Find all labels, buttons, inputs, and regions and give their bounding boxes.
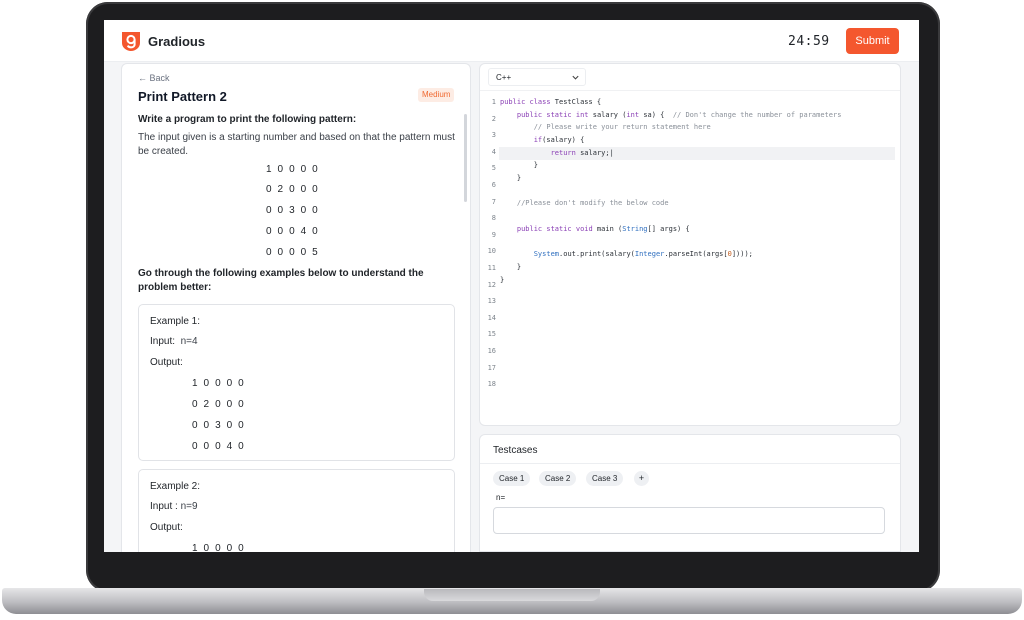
example-card: Example 1: Input: n=4 Output: 1 0 0 0 0 …	[138, 304, 455, 461]
testcase-input-field[interactable]	[493, 507, 885, 534]
output-line: 0 2 0 0 0	[192, 399, 246, 410]
testcases-divider	[480, 463, 900, 464]
output-line: 1 0 0 0 0	[192, 543, 246, 552]
brand-name: Gradious	[148, 34, 206, 49]
example-title: Example 1:	[150, 316, 201, 327]
pattern-line: 0 0 0 4 0	[266, 226, 320, 237]
scrollbar-thumb[interactable]	[464, 114, 467, 202]
arrow-left-icon: ←	[138, 73, 147, 83]
input-label: Input:	[150, 336, 176, 347]
pattern-line: 0 0 3 0 0	[266, 205, 320, 216]
line-number: 3	[491, 131, 496, 140]
tab-case-3[interactable]: Case 3	[586, 471, 624, 486]
code-line[interactable]: public static void main (String[] args) …	[500, 225, 690, 233]
line-number: 6	[491, 181, 496, 189]
code-line[interactable]: return salary;|	[500, 149, 614, 157]
countdown-timer: 24:59	[788, 34, 830, 49]
example-input: Input : n=9	[150, 501, 198, 512]
output-line: 0 0 3 0 0	[192, 420, 246, 431]
input-label: Input :	[150, 501, 178, 512]
code-line[interactable]: // Please write your return statement he…	[500, 123, 711, 131]
line-number: 13	[487, 297, 496, 306]
testcases-panel: Testcases Case 1 Case 2 Case 3 + n=	[479, 434, 901, 552]
line-number: 8	[491, 214, 496, 223]
chevron-down-icon	[572, 75, 579, 80]
tab-case-1[interactable]: Case 1	[493, 471, 531, 486]
output-label: Output:	[150, 522, 183, 533]
code-line[interactable]: if(salary) {	[500, 136, 585, 144]
line-number: 16	[487, 347, 496, 355]
line-number: 1	[491, 98, 496, 106]
code-line[interactable]: //Please don't modify the below code	[500, 199, 669, 207]
problem-prompt: Write a program to print the following p…	[138, 114, 357, 125]
submit-button[interactable]: Submit	[846, 28, 899, 54]
testcases-header: Testcases	[493, 445, 538, 456]
line-number: 15	[487, 330, 496, 339]
output-line: 1 0 0 0 0	[192, 378, 246, 389]
add-testcase-button[interactable]: +	[634, 471, 649, 486]
line-number: 7	[491, 197, 496, 206]
screen: Gradious 24:59 Submit ← Back Print Patte…	[104, 20, 919, 552]
line-number: 14	[487, 313, 496, 322]
difficulty-badge: Medium	[418, 88, 455, 102]
line-number: 4	[491, 147, 496, 156]
line-number: 11	[487, 264, 496, 272]
back-label: Back	[149, 73, 170, 83]
back-link[interactable]: ← Back	[138, 73, 170, 83]
laptop-notch	[424, 589, 600, 601]
code-line[interactable]: }	[500, 276, 504, 284]
code-line[interactable]: }	[500, 263, 521, 271]
example-input: Input: n=4	[150, 336, 198, 347]
line-number: 10	[487, 247, 496, 256]
code-line[interactable]: }	[500, 161, 538, 169]
code-editor-panel: C++ 1 2 3 4 5 6 7 8 9 10 11 12 13 14 15 16 17 18 public c…	[479, 63, 901, 426]
problem-description: The input given is a starting number and…	[138, 132, 455, 157]
code-line[interactable]: }	[500, 174, 521, 182]
input-value: n=9	[180, 501, 198, 512]
line-number: 9	[491, 230, 496, 239]
input-value: n=4	[180, 336, 198, 347]
tab-case-2[interactable]: Case 2	[539, 471, 577, 486]
line-number: 12	[487, 280, 496, 289]
pattern-line: 0 0 0 0 5	[266, 247, 320, 258]
pattern-line: 0 2 0 0 0	[266, 184, 320, 195]
code-line[interactable]: public class TestClass {	[500, 98, 601, 106]
language-select[interactable]: C++	[488, 68, 586, 86]
output-line: 0 0 0 4 0	[192, 441, 246, 452]
problem-title: Print Pattern 2	[138, 89, 227, 104]
output-label: Output:	[150, 357, 183, 368]
problem-panel: ← Back Print Pattern 2 Medium Write a pr…	[121, 63, 471, 552]
line-number: 2	[491, 114, 496, 123]
line-number: 5	[491, 164, 496, 173]
example-card: Example 2: Input : n=9 Output: 1 0 0 0 0	[138, 469, 455, 552]
line-number: 17	[487, 363, 496, 372]
example-title: Example 2:	[150, 481, 201, 492]
language-label: C++	[496, 73, 512, 82]
editor-divider	[480, 90, 900, 91]
pattern-line: 1 0 0 0 0	[266, 164, 320, 175]
examples-hint: Go through the following examples below …	[138, 268, 424, 293]
top-bar: Gradious 24:59 Submit	[104, 20, 919, 62]
code-line[interactable]: System.out.print(salary(Integer.parseInt…	[500, 250, 753, 258]
code-line[interactable]: public static int salary (int sa) { // D…	[500, 111, 842, 119]
testcase-input-label: n=	[496, 493, 506, 502]
line-number: 18	[487, 380, 496, 389]
gradious-logo-icon	[122, 32, 140, 51]
